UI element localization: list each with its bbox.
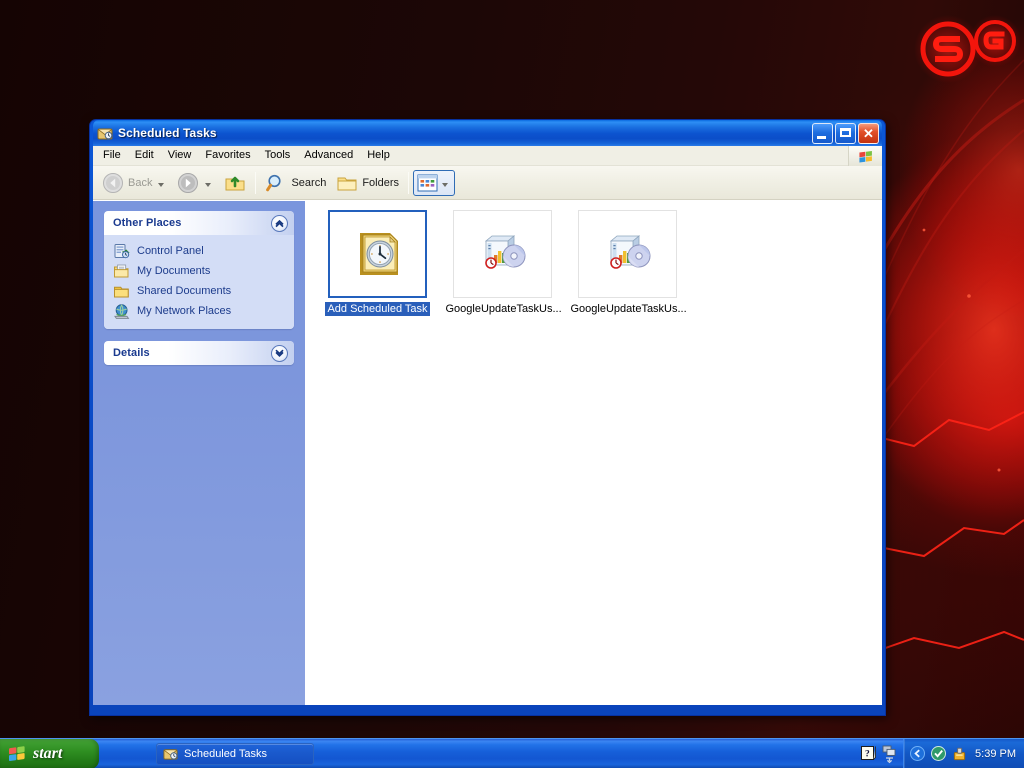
menu-item-advanced[interactable]: Advanced <box>297 147 360 164</box>
scheduled-tasks-icon <box>163 749 178 760</box>
list-item[interactable]: GoogleUpdateTaskUs... <box>440 209 565 324</box>
chevron-up-icon[interactable] <box>271 214 288 232</box>
list-item[interactable]: Add Scheduled Task <box>315 209 440 324</box>
menu-item-view[interactable]: View <box>161 147 199 164</box>
tray-overflow-icons[interactable]: ? <box>860 744 903 764</box>
back-dropdown-caret[interactable] <box>158 182 165 187</box>
taskbar-task-buttons[interactable]: Scheduled Tasks <box>156 742 314 765</box>
close-button[interactable]: ✕ <box>858 122 879 144</box>
sidebar-item-control-panel-label: Control Panel <box>137 245 204 257</box>
toolbar[interactable]: Back Search Folders <box>93 166 882 200</box>
windows-flag-icon <box>9 745 25 761</box>
window-client-area: Other Places Control Panel My Documents … <box>93 200 882 705</box>
taskbar[interactable]: start Scheduled Tasks ? 5:39 PM <box>0 738 1024 768</box>
folders-button[interactable]: Folders <box>331 170 404 196</box>
list-item[interactable]: GoogleUpdateTaskUs... <box>565 209 690 324</box>
panel-details: Details <box>104 341 294 365</box>
sidebar-item-my-network-places[interactable]: My Network Places <box>104 301 294 321</box>
safely-remove-hardware-icon[interactable] <box>952 746 967 761</box>
search-button[interactable]: Search <box>260 170 331 196</box>
window-title: Scheduled Tasks <box>118 126 217 140</box>
menu-item-help[interactable]: Help <box>360 147 397 164</box>
folder-icon <box>337 177 357 190</box>
menu-item-tools[interactable]: Tools <box>258 147 298 164</box>
menu-item-file[interactable]: File <box>96 147 128 164</box>
sidebar-item-my-documents[interactable]: My Documents <box>104 261 294 281</box>
arrow-left-icon <box>103 172 123 193</box>
wallpaper-logos <box>905 8 1021 86</box>
task-pane-sidebar: Other Places Control Panel My Documents … <box>93 201 305 705</box>
network-connection-icon[interactable] <box>882 744 897 764</box>
window-controls: ✕ <box>812 122 879 144</box>
show-hidden-icons-chevron[interactable] <box>910 746 926 761</box>
item-thumbnail <box>328 210 427 298</box>
search-label: Search <box>291 176 327 189</box>
panel-other-places-header[interactable]: Other Places <box>104 211 294 235</box>
up-button[interactable] <box>219 170 251 196</box>
windows-flag-icon[interactable] <box>848 146 882 166</box>
panel-other-places: Other Places Control Panel My Documents … <box>104 211 294 329</box>
item-thumbnail <box>578 210 677 298</box>
start-button[interactable]: start <box>0 738 99 768</box>
item-label: GoogleUpdateTaskUs... <box>445 303 562 315</box>
sidebar-item-shared-documents-label: Shared Documents <box>137 285 232 297</box>
sidebar-item-shared-documents[interactable]: Shared Documents <box>104 281 294 301</box>
panel-details-title: Details <box>113 347 150 359</box>
google-update-task-icon <box>609 235 650 269</box>
sidebar-item-my-network-places-label: My Network Places <box>137 305 232 317</box>
add-scheduled-task-icon <box>359 233 398 275</box>
panel-details-header[interactable]: Details <box>104 341 294 365</box>
taskbar-clock[interactable]: 5:39 PM <box>973 748 1016 760</box>
minimize-button[interactable] <box>812 122 833 144</box>
forward-button[interactable] <box>172 170 219 196</box>
panel-other-places-body: Control Panel My Documents Shared Docume… <box>104 235 294 329</box>
item-thumbnail <box>453 210 552 298</box>
folders-label: Folders <box>362 176 400 189</box>
back-button[interactable]: Back <box>97 170 172 196</box>
system-tray[interactable]: ? 5:39 PM <box>860 738 1024 768</box>
toolbar-separator-1 <box>255 171 257 194</box>
toolbar-separator-2 <box>408 171 410 194</box>
magnifier-icon <box>266 174 282 191</box>
item-label: Add Scheduled Task <box>325 302 430 316</box>
views-button[interactable] <box>413 169 456 196</box>
arrow-right-icon <box>178 172 199 193</box>
shield-green-icon[interactable] <box>931 746 947 761</box>
google-update-task-icon <box>484 235 525 269</box>
sidebar-item-control-panel[interactable]: Control Panel <box>104 241 294 261</box>
scheduled-tasks-window[interactable]: Scheduled Tasks ✕ File Edit View Favorit… <box>89 119 886 716</box>
views-dropdown-caret[interactable] <box>442 182 449 187</box>
my-documents-icon <box>113 263 130 280</box>
start-label: start <box>33 744 63 762</box>
forward-dropdown-caret[interactable] <box>205 182 212 187</box>
help-question-icon[interactable]: ? <box>860 745 877 762</box>
back-label: Back <box>128 176 153 189</box>
maximize-button[interactable] <box>835 122 856 144</box>
folder-up-icon <box>225 176 245 190</box>
menu-bar[interactable]: File Edit View Favorites Tools Advanced … <box>93 146 882 166</box>
shared-documents-icon <box>113 283 130 300</box>
sidebar-item-my-documents-label: My Documents <box>137 265 211 277</box>
desktop[interactable]: Scheduled Tasks ✕ File Edit View Favorit… <box>0 0 1024 768</box>
control-panel-icon <box>113 243 130 260</box>
chevron-down-icon[interactable] <box>271 344 288 362</box>
task-button-label: Scheduled Tasks <box>184 747 267 760</box>
scheduled-tasks-icon <box>97 125 113 141</box>
task-button-scheduled-tasks[interactable]: Scheduled Tasks <box>156 742 314 765</box>
views-grid-icon <box>417 174 438 191</box>
svg-text:?: ? <box>865 749 870 759</box>
window-title-bar[interactable]: Scheduled Tasks ✕ <box>93 120 882 146</box>
file-list[interactable]: Add Scheduled Task GoogleUpdateTaskUs...… <box>305 201 882 705</box>
menu-item-edit[interactable]: Edit <box>128 147 161 164</box>
panel-other-places-title: Other Places <box>113 217 182 229</box>
menu-item-favorites[interactable]: Favorites <box>198 147 257 164</box>
network-places-icon <box>113 303 130 320</box>
notification-area[interactable]: 5:39 PM <box>903 738 1024 768</box>
item-label: GoogleUpdateTaskUs... <box>570 303 687 315</box>
